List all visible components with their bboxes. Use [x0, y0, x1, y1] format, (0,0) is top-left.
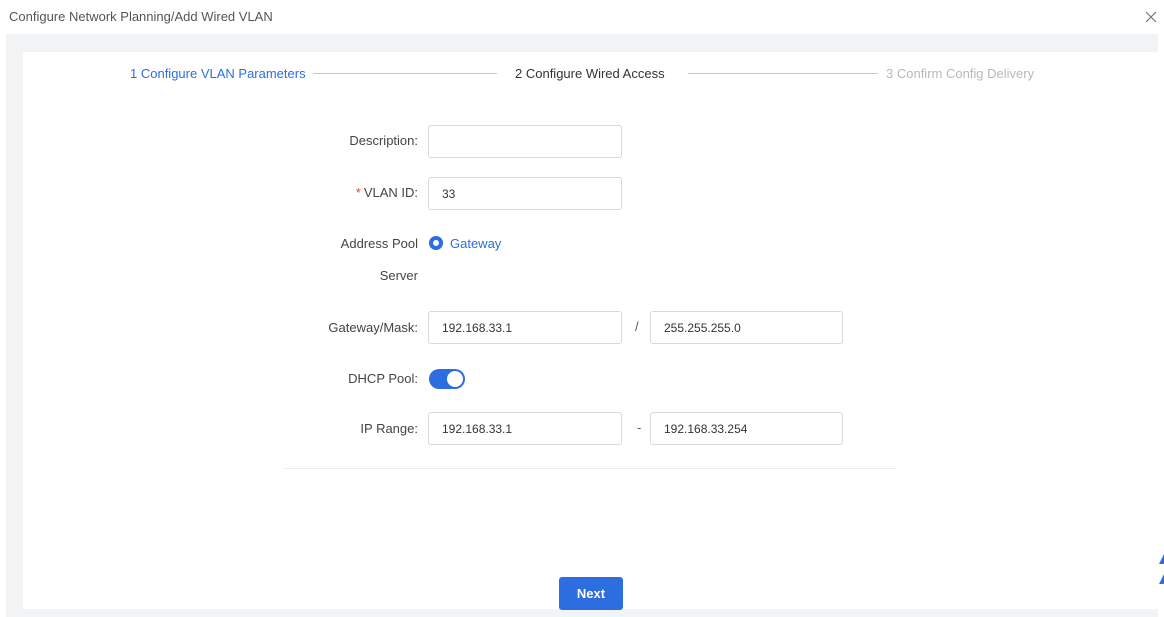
mask-input[interactable]	[650, 311, 843, 344]
dialog-title: Configure Network Planning/Add Wired VLA…	[9, 9, 273, 24]
vlan-id-label: * VLAN ID:	[356, 185, 418, 200]
dialog-header: Configure Network Planning/Add Wired VLA…	[0, 0, 1164, 34]
required-mark: *	[355, 185, 361, 200]
ip-range-end-input[interactable]	[650, 412, 843, 445]
mask-separator: /	[635, 319, 639, 334]
step-2: 2 Configure Wired Access	[515, 66, 665, 81]
step-indicator: 1 Configure VLAN Parameters 2 Configure …	[23, 52, 1159, 92]
next-button[interactable]: Next	[559, 577, 623, 610]
address-pool-label-server: Server	[379, 268, 418, 283]
toggle-knob	[447, 371, 463, 387]
ip-range-label: IP Range:	[360, 421, 418, 436]
step-1: 1 Configure VLAN Parameters	[130, 66, 306, 81]
close-icon[interactable]	[1142, 8, 1160, 26]
form-panel: 1 Configure VLAN Parameters 2 Configure …	[23, 52, 1159, 610]
dialog-body: 1 Configure VLAN Parameters 2 Configure …	[6, 34, 1159, 617]
gateway-input[interactable]	[428, 311, 622, 344]
vlan-id-label-text: VLAN ID:	[363, 185, 418, 200]
dhcp-pool-toggle[interactable]	[429, 369, 465, 389]
step-connector	[313, 73, 497, 74]
address-pool-label: Address Pool	[340, 236, 418, 251]
description-label: Description:	[349, 133, 418, 148]
gateway-radio[interactable]	[429, 236, 443, 250]
gateway-radio-label[interactable]: Gateway	[450, 236, 501, 251]
vlan-id-input[interactable]	[428, 177, 622, 210]
dhcp-pool-label: DHCP Pool:	[348, 371, 418, 386]
description-input[interactable]	[428, 125, 622, 158]
gateway-mask-label: Gateway/Mask:	[328, 320, 418, 335]
ip-range-start-input[interactable]	[428, 412, 622, 445]
range-separator: -	[637, 420, 642, 435]
step-3: 3 Confirm Config Delivery	[886, 66, 1035, 81]
form-divider	[284, 468, 896, 469]
step-connector	[688, 73, 878, 74]
side-widget-icon[interactable]	[1156, 550, 1164, 590]
